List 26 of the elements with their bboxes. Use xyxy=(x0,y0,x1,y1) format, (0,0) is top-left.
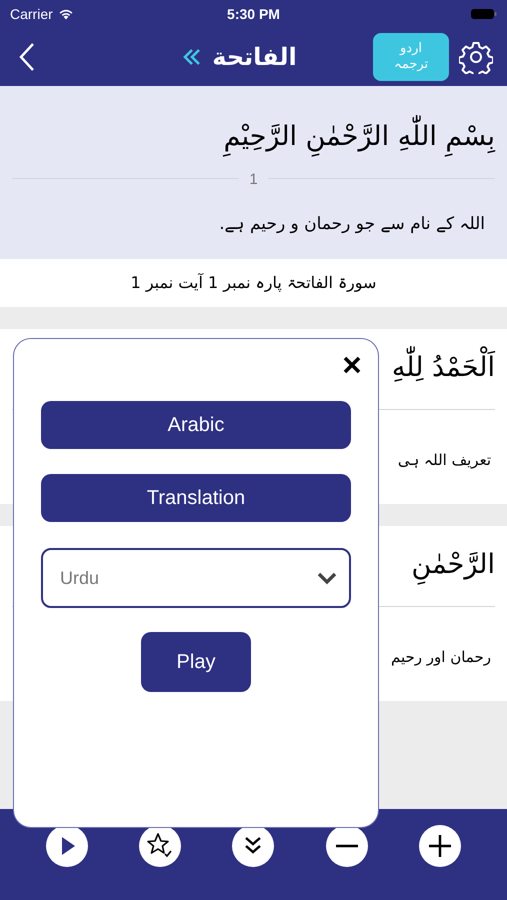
urdu-translation: تعریف اللہ ہی xyxy=(398,450,492,471)
language-dropdown[interactable]: Urdu xyxy=(41,548,351,608)
urdu-translation: اللہ کے نام سے جو رحمان و رحیم ہے. xyxy=(219,213,486,236)
play-button[interactable]: Play xyxy=(141,632,251,692)
star-check-icon[interactable] xyxy=(139,825,182,867)
back-icon[interactable] xyxy=(18,42,36,72)
arabic-verse: اَلْحَمْدُ لِلّٰهِ xyxy=(392,337,495,399)
arabic-verse: بِسْمِ اللّٰهِ الرَّحْمٰنِ الرَّحِيْمِ xyxy=(224,106,495,168)
urdu-translation: رحمان اور رحیم xyxy=(391,647,492,668)
settings-icon[interactable] xyxy=(459,40,493,74)
option-button[interactable]: Arabic xyxy=(41,401,351,449)
play-icon[interactable] xyxy=(46,825,88,867)
surah-title: الفاتحة xyxy=(212,43,297,71)
verse-reference: سورۃ الفاتحۃ پارہ نمبر 1 آیت نمبر 1 xyxy=(0,259,507,307)
battery-icon xyxy=(470,8,497,20)
clock-time: 5:30 PM xyxy=(227,6,280,22)
double-chevron-icon xyxy=(182,48,202,66)
wifi-icon xyxy=(58,8,74,20)
arabic-verse: الرَّحْمٰنِ xyxy=(412,534,495,596)
minus-icon[interactable] xyxy=(326,825,368,867)
double-down-icon[interactable] xyxy=(232,825,274,867)
chevron-down-icon xyxy=(317,571,337,585)
plus-icon[interactable] xyxy=(419,825,462,867)
option-button[interactable]: Translation xyxy=(41,474,351,522)
carrier-label: Carrier xyxy=(10,6,53,22)
close-icon[interactable] xyxy=(342,355,362,375)
